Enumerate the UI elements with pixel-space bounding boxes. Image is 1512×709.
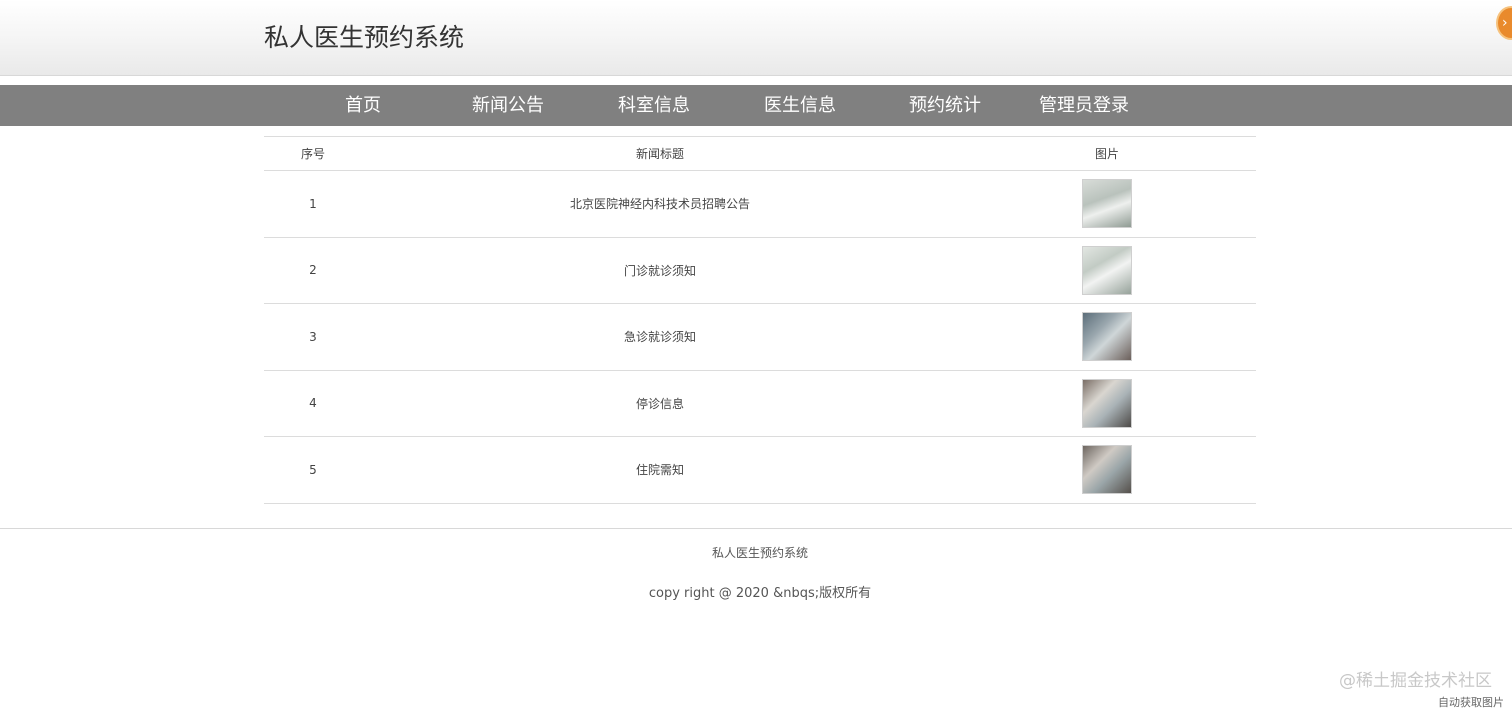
row-image-cell (958, 436, 1256, 504)
watermark: @稀土掘金技术社区 (1339, 671, 1492, 691)
row-title[interactable]: 急诊就诊须知 (362, 303, 958, 370)
table-row[interactable]: 3 急诊就诊须知 (264, 303, 1256, 370)
main-nav: 首页 新闻公告 科室信息 医生信息 预约统计 管理员登录 (0, 85, 1512, 126)
row-title[interactable]: 住院需知 (362, 436, 958, 504)
corner-badge-icon[interactable]: › (1496, 6, 1512, 40)
table-row[interactable]: 5 住院需知 (264, 436, 1256, 504)
nav-item-doctors[interactable]: 医生信息 (764, 85, 836, 126)
table-row[interactable]: 4 停诊信息 (264, 369, 1256, 437)
column-header-index: 序号 (264, 136, 362, 171)
footer-copyright: copy right @ 2020 &nbqs;版权所有 (648, 586, 872, 601)
row-image-cell (958, 303, 1256, 370)
nav-item-home[interactable]: 首页 (345, 85, 381, 126)
footer-title: 私人医生预约系统 (711, 546, 808, 560)
site-title: 私人医生预约系统 (264, 23, 465, 52)
row-index: 1 (264, 170, 362, 237)
nav-item-news[interactable]: 新闻公告 (472, 85, 544, 126)
row-index: 3 (264, 303, 362, 370)
column-header-title: 新闻标题 (362, 136, 958, 171)
row-index: 5 (264, 436, 362, 504)
table-header-row: 序号 新闻标题 图片 (264, 136, 1256, 171)
news-thumbnail[interactable] (1082, 179, 1132, 229)
news-table-container: 序号 新闻标题 图片 1 北京医院神经内科技术员招聘公告 2 门诊就诊须知 3 … (264, 136, 1256, 504)
news-thumbnail[interactable] (1082, 378, 1132, 428)
row-title[interactable]: 门诊就诊须知 (362, 236, 958, 304)
auto-fetch-image-label[interactable]: 自动获取图片 (1436, 694, 1506, 709)
news-thumbnail[interactable] (1082, 445, 1132, 495)
nav-item-admin-login[interactable]: 管理员登录 (1039, 85, 1129, 126)
table-row[interactable]: 2 门诊就诊须知 (264, 236, 1256, 304)
row-image-cell (958, 369, 1256, 437)
news-thumbnail[interactable] (1082, 245, 1132, 295)
row-image-cell (958, 236, 1256, 304)
nav-item-statistics[interactable]: 预约统计 (909, 85, 981, 126)
column-header-image: 图片 (958, 136, 1256, 171)
row-title[interactable]: 北京医院神经内科技术员招聘公告 (362, 170, 958, 237)
news-thumbnail[interactable] (1082, 312, 1132, 362)
row-index: 4 (264, 369, 362, 437)
row-index: 2 (264, 236, 362, 304)
row-title[interactable]: 停诊信息 (362, 369, 958, 437)
nav-item-departments[interactable]: 科室信息 (618, 85, 690, 126)
footer-divider (0, 528, 1512, 529)
news-table: 序号 新闻标题 图片 1 北京医院神经内科技术员招聘公告 2 门诊就诊须知 3 … (264, 136, 1256, 504)
row-image-cell (958, 170, 1256, 237)
table-row[interactable]: 1 北京医院神经内科技术员招聘公告 (264, 170, 1256, 237)
header: 私人医生预约系统 › (0, 0, 1512, 76)
